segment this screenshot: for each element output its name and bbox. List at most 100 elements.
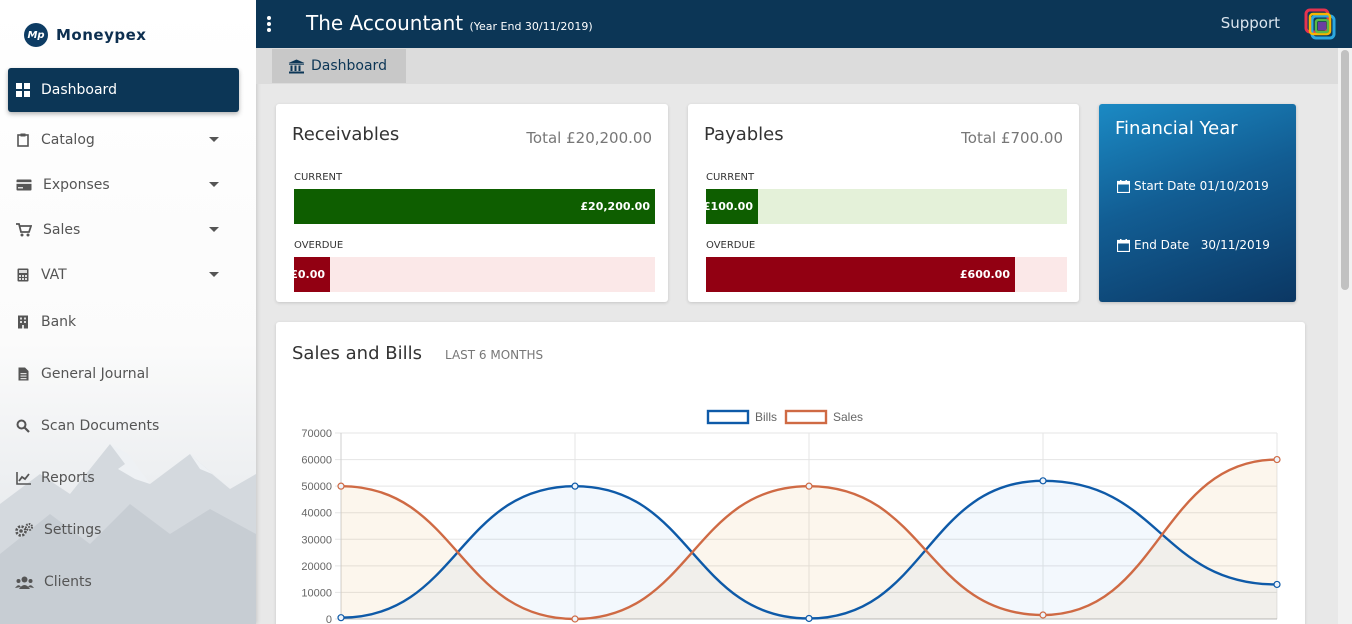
sales-bills-chart: 0 10000 20000 30000 40000 50000 60000 70000 Bill… [301, 409, 1281, 624]
data-point-sales [571, 615, 579, 623]
sidebar-item-expenses[interactable]: Exponses [8, 163, 239, 207]
sidebar-item-bank[interactable]: Bank [8, 300, 239, 344]
sidebar-item-clients[interactable]: Clients [8, 560, 239, 604]
data-point-sales [805, 482, 813, 490]
company-name: The Accountant [306, 11, 464, 35]
sidebar-item-label: Clients [44, 574, 92, 590]
receivables-current-label: CURRENT [294, 172, 343, 183]
receivables-card: Receivables Total £20,200.00 CURRENT £20… [276, 104, 668, 302]
data-point-sales [337, 482, 345, 490]
search-icon [15, 418, 31, 434]
credit-card-icon [15, 177, 33, 193]
dashboard-grid-icon [15, 82, 31, 98]
y-tick-label: 40000 [301, 508, 332, 520]
payables-current-fill: £100.00 [703, 189, 758, 224]
data-point-bills [805, 614, 813, 623]
receivables-total: Total £20,200.00 [526, 129, 652, 147]
sidebar: Mp Moneypex Dashboard Catalog Exponses S… [0, 0, 256, 624]
y-tick-label: 10000 [301, 587, 332, 599]
y-tick-label: 70000 [301, 428, 332, 440]
legend-swatch-sales [784, 409, 828, 425]
sidebar-item-catalog[interactable]: Catalog [8, 118, 239, 162]
sidebar-item-label: General Journal [41, 366, 150, 382]
y-tick-label: 0 [326, 614, 332, 624]
calendar-icon [1117, 238, 1130, 252]
y-tick-label: 50000 [301, 481, 332, 493]
sidebar-item-settings[interactable]: Settings [8, 508, 239, 552]
building-icon [15, 314, 31, 330]
sidebar-item-label: Catalog [41, 132, 95, 148]
sidebar-item-general-journal[interactable]: General Journal [8, 352, 239, 396]
payables-title: Payables [704, 124, 784, 145]
sales-bills-card: Sales and Bills LAST 6 MONTHS 0 10000 2000… [276, 322, 1305, 624]
y-tick-label: 20000 [301, 561, 332, 573]
chevron-down-icon [209, 272, 219, 277]
breadcrumb-label: Dashboard [311, 58, 387, 74]
bank-icon [288, 59, 305, 73]
sidebar-item-reports[interactable]: Reports [8, 456, 239, 500]
sidebar-item-label: Reports [41, 470, 95, 486]
receivables-current-fill: £20,200.00 [294, 189, 655, 224]
receivables-overdue-label: OVERDUE [294, 240, 344, 251]
scrollbar-thumb[interactable] [1341, 50, 1349, 290]
payables-current-bar[interactable]: £100.00 [703, 189, 1067, 224]
legend-label-sales: Sales [833, 410, 863, 424]
users-icon [15, 574, 34, 590]
breadcrumb: Dashboard [256, 48, 1338, 84]
sidebar-item-label: Sales [43, 222, 81, 238]
support-link[interactable]: Support [1221, 14, 1280, 32]
y-tick-label: 30000 [301, 534, 332, 546]
data-point-bills [1039, 477, 1047, 485]
kebab-menu-icon[interactable] [266, 16, 272, 34]
year-end-subtitle: (Year End 30/11/2019) [469, 20, 593, 33]
receivables-current-bar[interactable]: £20,200.00 [294, 189, 655, 224]
brand-name: Moneypex [56, 26, 147, 44]
data-point-bills [1273, 580, 1281, 589]
legend-swatch-bills [706, 409, 750, 425]
user-logo-icon[interactable] [1302, 6, 1338, 42]
financial-year-card[interactable]: Financial Year Start Date 01/10/2019 End… [1099, 104, 1296, 302]
clipboard-icon [15, 132, 31, 148]
start-date-label: Start Date [1134, 179, 1196, 193]
data-point-sales [1273, 455, 1281, 464]
legend-label-bills: Bills [755, 410, 777, 424]
end-date-row: End Date 30/11/2019 [1117, 238, 1270, 252]
payables-card: Payables Total £700.00 CURRENT £100.00 O… [688, 104, 1079, 302]
end-date-value: 30/11/2019 [1200, 238, 1270, 252]
gears-icon [15, 522, 34, 538]
payables-total: Total £700.00 [961, 129, 1063, 147]
start-date-value: 01/10/2019 [1199, 179, 1269, 193]
data-point-bills [571, 482, 579, 490]
chevron-down-icon [209, 227, 219, 232]
sidebar-item-label: Settings [44, 522, 102, 538]
payables-overdue-label: OVERDUE [706, 240, 756, 251]
data-point-sales [1039, 611, 1047, 619]
financial-year-title: Financial Year [1115, 118, 1238, 139]
payables-overdue-fill: £600.00 [706, 257, 1015, 292]
payables-overdue-bar[interactable]: £600.00 [706, 257, 1067, 292]
top-bar: The Accountant (Year End 30/11/2019) Sup… [256, 0, 1352, 48]
y-tick-label: 60000 [301, 455, 332, 467]
sidebar-item-label: VAT [41, 267, 67, 283]
start-date-row: Start Date 01/10/2019 [1117, 179, 1269, 193]
payables-current-label: CURRENT [706, 172, 755, 183]
sidebar-item-vat[interactable]: VAT [8, 253, 239, 297]
line-chart-icon [15, 470, 31, 486]
sidebar-item-dashboard[interactable]: Dashboard [8, 68, 239, 112]
chevron-down-icon [209, 137, 219, 142]
breadcrumb-dashboard[interactable]: Dashboard [272, 49, 406, 83]
sidebar-item-label: Exponses [43, 177, 110, 193]
cart-icon [15, 222, 33, 238]
end-date-label: End Date [1134, 238, 1190, 252]
sidebar-item-label: Scan Documents [41, 418, 160, 434]
brand[interactable]: Mp Moneypex [24, 22, 146, 48]
receivables-overdue-bar[interactable]: £0.00 [290, 257, 655, 292]
brand-logo-icon: Mp [24, 23, 48, 47]
page-title: The Accountant (Year End 30/11/2019) [306, 11, 593, 35]
data-point-bills [337, 614, 345, 622]
calendar-icon [1117, 179, 1130, 193]
sidebar-item-scan-documents[interactable]: Scan Documents [8, 404, 239, 448]
sidebar-item-sales[interactable]: Sales [8, 208, 239, 252]
sidebar-item-label: Bank [41, 314, 77, 330]
calculator-icon [15, 267, 31, 283]
